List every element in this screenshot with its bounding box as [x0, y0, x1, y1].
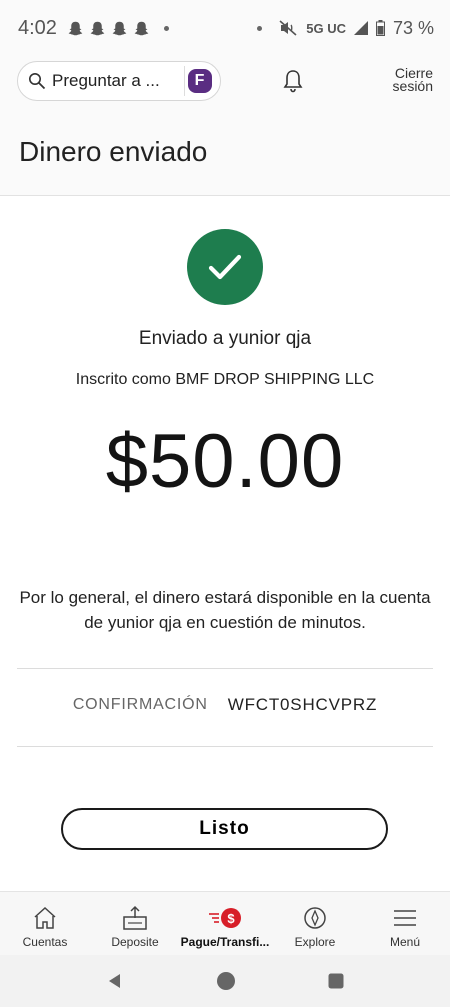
network-label: 5G UC — [306, 20, 346, 36]
dot-icon — [163, 25, 169, 31]
confirmation-label: CONFIRMACIÓN — [72, 696, 208, 713]
snapchat-icon — [90, 21, 105, 35]
snapchat-icon — [68, 21, 83, 35]
deposit-icon — [123, 905, 147, 930]
page-title-bar: Dinero enviado — [0, 106, 450, 196]
battery-icon — [375, 20, 385, 36]
nav-label: Cuentas — [22, 935, 68, 949]
home-icon[interactable] — [216, 971, 236, 991]
nav-item-accounts[interactable]: Cuentas — [0, 892, 90, 955]
system-nav-bar — [0, 955, 450, 1007]
recipient-text: Enviado a yunior qja — [138, 328, 312, 349]
done-button[interactable]: Listo — [61, 808, 388, 850]
snapchat-icon — [112, 21, 127, 35]
recents-icon[interactable] — [328, 973, 344, 989]
compass-icon — [304, 907, 326, 929]
bell-icon[interactable] — [281, 68, 305, 94]
status-right: 5G UC 73 % — [248, 18, 434, 39]
signal-icon — [353, 21, 368, 35]
confirmation-row: CONFIRMACIÓN WFCT0SHCVPRZ — [0, 695, 450, 715]
nav-label: Menú — [389, 935, 421, 949]
bottom-nav: Cuentas Deposite $ Pague/Transfi... Expl… — [0, 891, 450, 955]
status-time: 4:02 — [18, 16, 57, 39]
enrolled-as-text: Inscrito como BMF DROP SHIPPING LLC — [75, 371, 375, 388]
amount-sent: $50.00 — [105, 419, 345, 504]
signout-button[interactable]: Cierre sesión — [373, 66, 433, 94]
search-icon — [29, 73, 46, 90]
mute-icon — [279, 20, 297, 36]
assistant-search-input[interactable]: Preguntar a ... F — [17, 61, 221, 101]
fargo-icon: F — [187, 69, 212, 93]
status-bar: 4:02 5G UC 73 % — [0, 0, 450, 56]
search-placeholder: Preguntar a ... — [52, 71, 160, 90]
nav-label: Deposite — [111, 935, 159, 949]
success-check-icon — [187, 229, 263, 305]
assistant-badge[interactable]: F — [184, 66, 214, 96]
back-icon[interactable] — [106, 972, 124, 990]
battery-level: 73 % — [392, 17, 434, 38]
dollar-icon: $ — [221, 908, 241, 928]
pay-transfer-icon: $ — [209, 904, 241, 932]
availability-note: Por lo general, el dinero estará disponi… — [19, 588, 431, 632]
divider — [17, 746, 433, 747]
notification-icons — [67, 20, 169, 37]
nav-item-explore[interactable]: Explore — [270, 892, 360, 955]
nav-label: Pague/Transfi... — [180, 935, 270, 949]
divider — [17, 668, 433, 669]
signout-label-line2: sesión — [392, 78, 433, 94]
confirmation-number: WFCT0SHCVPRZ — [227, 695, 378, 714]
snapchat-icon — [134, 21, 149, 35]
dot-icon — [257, 25, 263, 31]
nav-label: Explore — [294, 935, 336, 949]
house-icon — [34, 906, 56, 929]
nav-item-menu[interactable]: Menú — [360, 892, 450, 955]
nav-item-pay-transfer[interactable]: $ Pague/Transfi... — [180, 892, 270, 955]
page-title: Dinero enviado — [19, 136, 208, 167]
checkmark-icon — [208, 254, 242, 280]
nav-item-deposit[interactable]: Deposite — [90, 892, 180, 955]
menu-icon — [394, 910, 416, 926]
motion-lines-icon — [209, 913, 219, 923]
top-header: Preguntar a ... F Cierre sesión — [0, 56, 450, 106]
